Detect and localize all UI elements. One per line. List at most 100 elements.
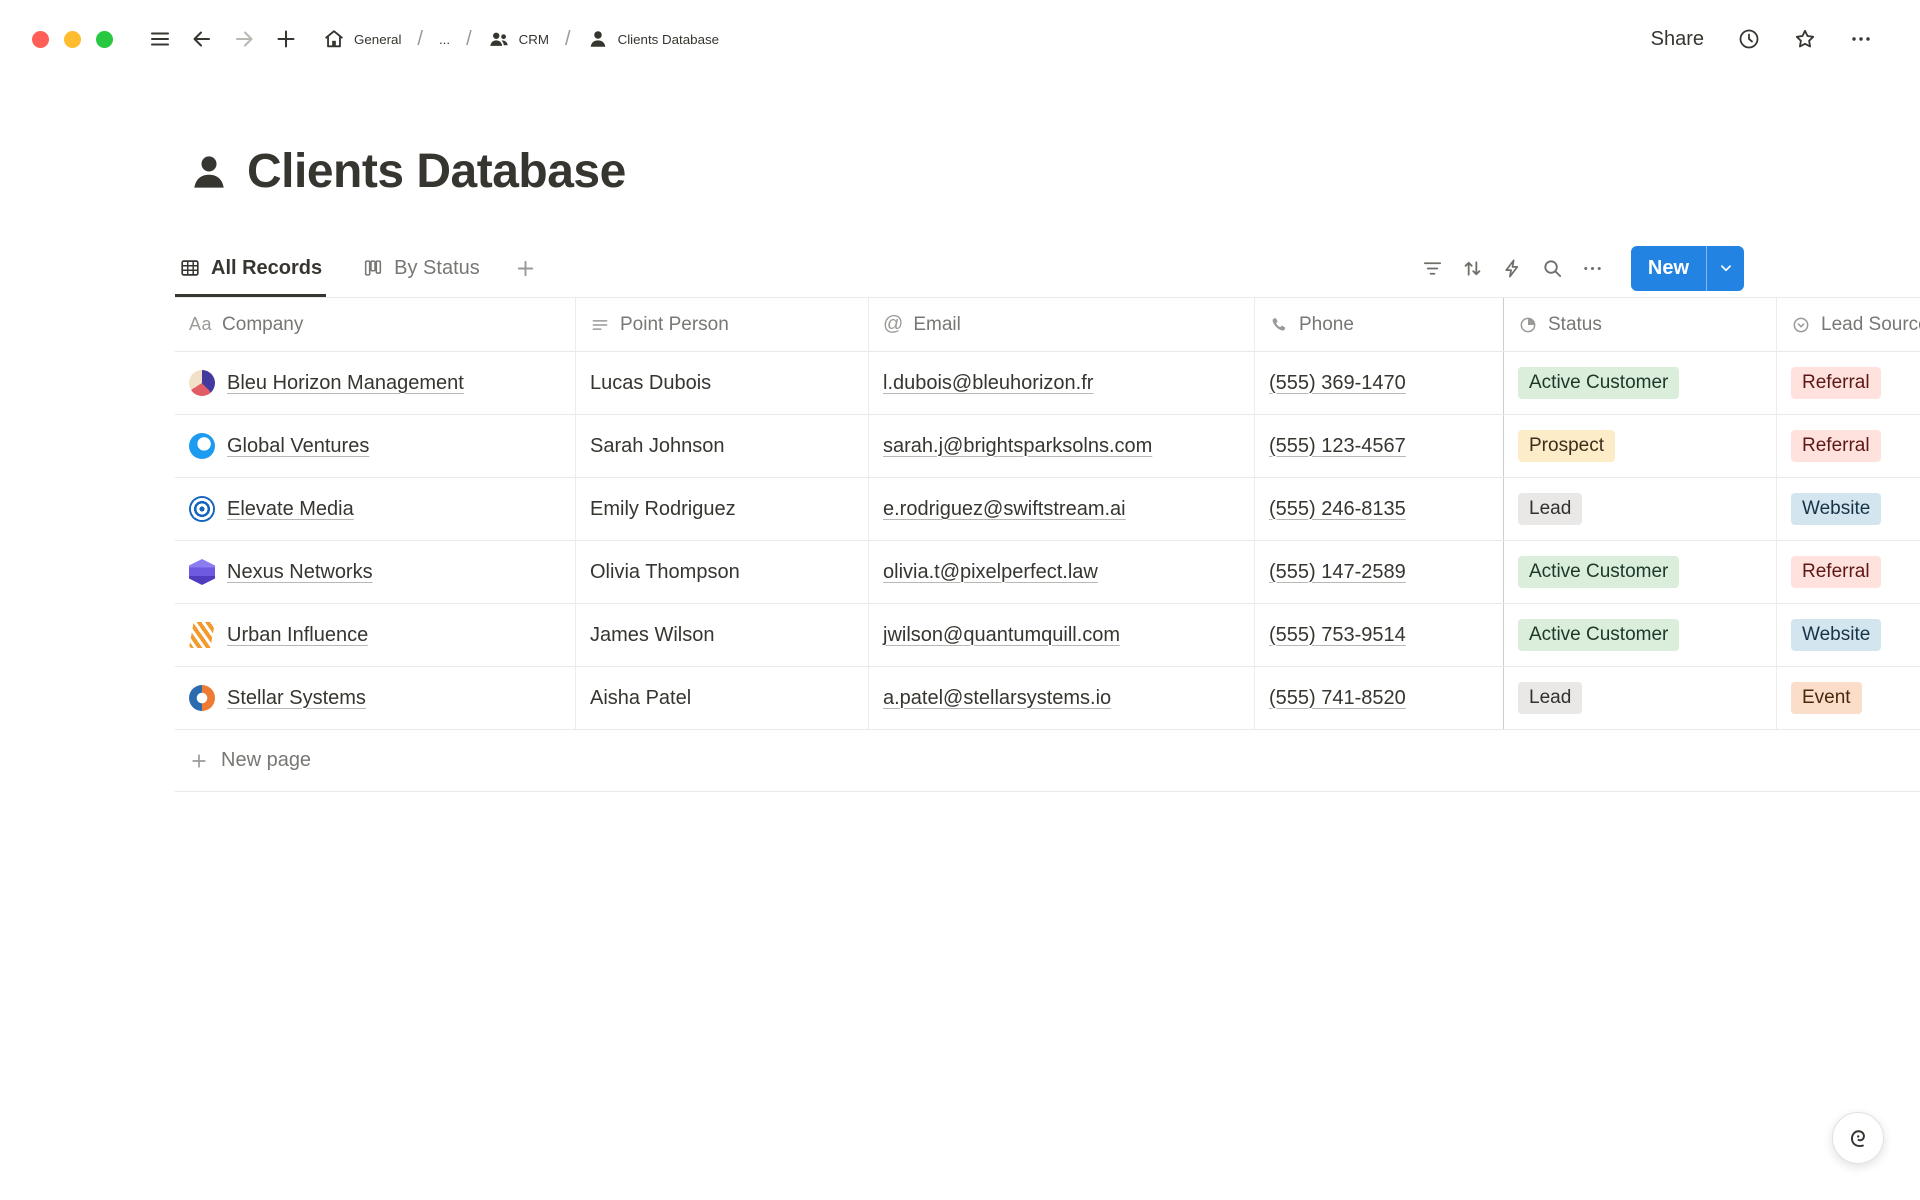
view-tab-all-records[interactable]: All Records bbox=[175, 239, 326, 297]
cell-status[interactable]: Lead bbox=[1504, 667, 1777, 729]
home-icon bbox=[323, 28, 345, 50]
cell-lead-source[interactable]: Website bbox=[1777, 478, 1920, 540]
column-header-status[interactable]: Status bbox=[1504, 298, 1777, 351]
cell-company[interactable]: Urban Influence bbox=[175, 604, 576, 666]
automations-button[interactable] bbox=[1493, 248, 1533, 288]
new-page-quick-button[interactable] bbox=[265, 18, 307, 60]
lead-source-badge: Event bbox=[1791, 682, 1862, 714]
ai-assistant-button[interactable] bbox=[1832, 1112, 1884, 1164]
cell-point-person[interactable]: Emily Rodriguez bbox=[576, 478, 869, 540]
phone-value: (555) 741-8520 bbox=[1269, 687, 1406, 710]
cell-phone[interactable]: (555) 741-8520 bbox=[1255, 667, 1504, 729]
search-button[interactable] bbox=[1533, 248, 1573, 288]
clients-table: Aa Company Point Person @ Email Phone St… bbox=[175, 297, 1920, 792]
cell-company[interactable]: Bleu Horizon Management bbox=[175, 352, 576, 414]
share-button[interactable]: Share bbox=[1641, 22, 1714, 57]
table-row: Stellar Systems Aisha Patel a.patel@stel… bbox=[175, 667, 1920, 730]
more-options-button[interactable] bbox=[1840, 18, 1882, 60]
cell-point-person[interactable]: Lucas Dubois bbox=[576, 352, 869, 414]
cell-lead-source[interactable]: Referral bbox=[1777, 415, 1920, 477]
zoom-window-button[interactable] bbox=[96, 31, 113, 48]
page-person-icon[interactable] bbox=[187, 150, 231, 194]
column-header-company[interactable]: Aa Company bbox=[175, 298, 576, 351]
add-view-button[interactable] bbox=[506, 248, 546, 288]
stellar-systems-logo-icon bbox=[189, 685, 215, 711]
cell-point-person[interactable]: Sarah Johnson bbox=[576, 415, 869, 477]
clock-icon bbox=[1737, 27, 1761, 51]
email-value: olivia.t@pixelperfect.law bbox=[883, 561, 1098, 584]
favorite-button[interactable] bbox=[1784, 18, 1826, 60]
point-person-name: Emily Rodriguez bbox=[590, 498, 736, 521]
breadcrumb-item-clients-database[interactable]: Clients Database bbox=[581, 24, 726, 54]
chevron-down-icon bbox=[1717, 259, 1735, 277]
cell-lead-source[interactable]: Referral bbox=[1777, 541, 1920, 603]
lead-source-badge: Website bbox=[1791, 493, 1881, 525]
cell-company[interactable]: Global Ventures bbox=[175, 415, 576, 477]
cell-email[interactable]: e.rodriguez@swiftstream.ai bbox=[869, 478, 1255, 540]
new-record-button[interactable]: New bbox=[1631, 246, 1706, 291]
minimize-window-button[interactable] bbox=[64, 31, 81, 48]
filter-icon bbox=[1421, 257, 1444, 280]
view-tab-by-status[interactable]: By Status bbox=[358, 239, 484, 297]
cell-email[interactable]: l.dubois@bleuhorizon.fr bbox=[869, 352, 1255, 414]
text-format-icon: Aa bbox=[189, 314, 212, 335]
lightning-icon bbox=[1501, 257, 1524, 280]
point-person-name: James Wilson bbox=[590, 624, 714, 647]
cell-lead-source[interactable]: Website bbox=[1777, 604, 1920, 666]
cell-status[interactable]: Active Customer bbox=[1504, 541, 1777, 603]
cell-phone[interactable]: (555) 123-4567 bbox=[1255, 415, 1504, 477]
person-icon bbox=[587, 28, 609, 50]
column-header-lead-source[interactable]: Lead Source bbox=[1777, 298, 1920, 351]
new-record-dropdown-button[interactable] bbox=[1706, 246, 1744, 291]
cell-phone[interactable]: (555) 147-2589 bbox=[1255, 541, 1504, 603]
page-content: Clients Database All Records By Status bbox=[0, 144, 1920, 792]
cell-company[interactable]: Nexus Networks bbox=[175, 541, 576, 603]
cell-company[interactable]: Stellar Systems bbox=[175, 667, 576, 729]
email-value: jwilson@quantumquill.com bbox=[883, 624, 1120, 647]
views-toolbar: All Records By Status New bbox=[175, 239, 1744, 297]
cell-phone[interactable]: (555) 369-1470 bbox=[1255, 352, 1504, 414]
cell-status[interactable]: Active Customer bbox=[1504, 604, 1777, 666]
cell-point-person[interactable]: James Wilson bbox=[576, 604, 869, 666]
ellipsis-icon bbox=[1849, 27, 1873, 51]
cell-company[interactable]: Elevate Media bbox=[175, 478, 576, 540]
cell-email[interactable]: sarah.j@brightsparksolns.com bbox=[869, 415, 1255, 477]
cell-lead-source[interactable]: Event bbox=[1777, 667, 1920, 729]
column-header-email[interactable]: @ Email bbox=[869, 298, 1255, 351]
column-header-phone[interactable]: Phone bbox=[1255, 298, 1504, 351]
column-header-point-person[interactable]: Point Person bbox=[576, 298, 869, 351]
cell-email[interactable]: a.patel@stellarsystems.io bbox=[869, 667, 1255, 729]
breadcrumb-item-general[interactable]: General bbox=[317, 24, 407, 54]
filter-button[interactable] bbox=[1413, 248, 1453, 288]
table-header-row: Aa Company Point Person @ Email Phone St… bbox=[175, 298, 1920, 352]
breadcrumb-item-ellipsis[interactable]: ... bbox=[433, 28, 456, 51]
view-options-button[interactable] bbox=[1573, 248, 1613, 288]
back-button[interactable] bbox=[181, 18, 223, 60]
cell-point-person[interactable]: Aisha Patel bbox=[576, 667, 869, 729]
cell-phone[interactable]: (555) 246-8135 bbox=[1255, 478, 1504, 540]
forward-arrow-icon bbox=[232, 27, 256, 51]
status-badge: Prospect bbox=[1518, 430, 1615, 462]
urban-influence-logo-icon bbox=[189, 622, 215, 648]
cell-status[interactable]: Prospect bbox=[1504, 415, 1777, 477]
cell-lead-source[interactable]: Referral bbox=[1777, 352, 1920, 414]
cell-point-person[interactable]: Olivia Thompson bbox=[576, 541, 869, 603]
cell-email[interactable]: olivia.t@pixelperfect.law bbox=[869, 541, 1255, 603]
updates-button[interactable] bbox=[1728, 18, 1770, 60]
cell-phone[interactable]: (555) 753-9514 bbox=[1255, 604, 1504, 666]
breadcrumb-item-crm[interactable]: CRM bbox=[482, 24, 555, 54]
sidebar-menu-button[interactable] bbox=[139, 18, 181, 60]
lead-source-badge: Referral bbox=[1791, 367, 1881, 399]
column-label: Phone bbox=[1299, 314, 1354, 336]
forward-button[interactable] bbox=[223, 18, 265, 60]
page-title[interactable]: Clients Database bbox=[247, 144, 626, 199]
close-window-button[interactable] bbox=[32, 31, 49, 48]
point-person-name: Olivia Thompson bbox=[590, 561, 740, 584]
cell-status[interactable]: Active Customer bbox=[1504, 352, 1777, 414]
sort-button[interactable] bbox=[1453, 248, 1493, 288]
new-page-row-button[interactable]: New page bbox=[175, 730, 1920, 792]
new-record-split-button: New bbox=[1631, 246, 1744, 291]
cell-email[interactable]: jwilson@quantumquill.com bbox=[869, 604, 1255, 666]
cell-status[interactable]: Lead bbox=[1504, 478, 1777, 540]
breadcrumb-label: Clients Database bbox=[618, 32, 720, 47]
